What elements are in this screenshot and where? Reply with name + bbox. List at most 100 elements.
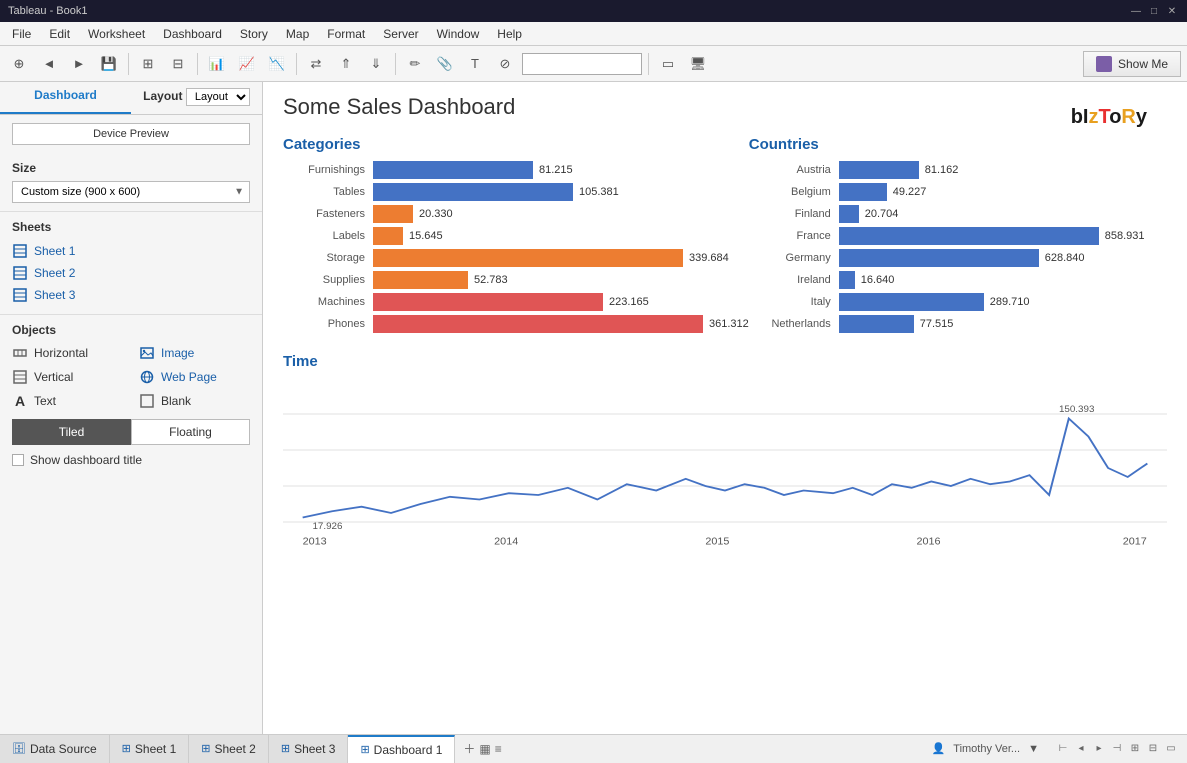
floating-button[interactable]: Floating <box>131 419 250 445</box>
tab-sheet3-label: Sheet 3 <box>294 742 335 756</box>
menu-dashboard[interactable]: Dashboard <box>155 25 230 43</box>
back-icon[interactable]: ◄ <box>36 51 62 77</box>
nav-last-button[interactable]: ⊣ <box>1109 741 1125 757</box>
left-panel: Dashboard Layout Layout Device Preview S… <box>0 82 263 734</box>
title-bar-text: Tableau - Book1 <box>8 5 1129 17</box>
show-me-button[interactable]: Show Me <box>1083 51 1181 77</box>
tab-dashboard[interactable]: Dashboard <box>0 82 131 114</box>
tab-sheet3[interactable]: ⊞ Sheet 3 <box>269 735 349 763</box>
text-label: Text <box>34 394 56 408</box>
bar-row: Italy 289.710 <box>749 293 1167 311</box>
forward-icon[interactable]: ► <box>66 51 92 77</box>
chart-area-icon[interactable]: 📉 <box>264 51 290 77</box>
menu-worksheet[interactable]: Worksheet <box>80 25 153 43</box>
categories-title: Categories <box>283 136 749 153</box>
add-dashboard-icon: ▦ <box>479 742 490 756</box>
nav-prev-button[interactable]: ◂ <box>1073 741 1089 757</box>
device-preview-section: Device Preview <box>0 115 262 153</box>
sheet3-label: Sheet 3 <box>34 288 75 302</box>
close-btn[interactable]: ✕ <box>1165 4 1179 18</box>
bar-row: Austria 81.162 <box>749 161 1167 179</box>
menu-story[interactable]: Story <box>232 25 276 43</box>
svg-text:2013: 2013 <box>303 537 327 548</box>
chart-line-icon[interactable]: 📈 <box>234 51 260 77</box>
sep2 <box>197 53 198 75</box>
svg-text:2017: 2017 <box>1123 537 1147 548</box>
menu-window[interactable]: Window <box>429 25 488 43</box>
present-view-icon[interactable]: ▭ <box>1163 741 1179 757</box>
nav-next-button[interactable]: ▸ <box>1091 741 1107 757</box>
bar-row: Labels 15.645 <box>283 227 749 245</box>
present-icon[interactable]: ▭ <box>655 51 681 77</box>
menu-format[interactable]: Format <box>319 25 373 43</box>
add-tab-button[interactable]: ＋ ▦ ≡ <box>455 735 509 763</box>
tab-data-source[interactable]: 🗄 Data Source <box>0 735 110 763</box>
grid-view-icon[interactable]: ⊞ <box>1127 741 1143 757</box>
sep1 <box>128 53 129 75</box>
tab-sheet2[interactable]: ⊞ Sheet 2 <box>189 735 269 763</box>
nav-first-button[interactable]: ⊢ <box>1055 741 1071 757</box>
sep3 <box>296 53 297 75</box>
dashboard-canvas: Some Sales Dashboard bIzToRy Categories … <box>263 82 1187 734</box>
sep4 <box>395 53 396 75</box>
chart-bar-icon[interactable]: 📊 <box>204 51 230 77</box>
search-input[interactable] <box>522 53 642 75</box>
sheet2-icon <box>12 265 28 281</box>
maximize-btn[interactable]: □ <box>1147 4 1161 18</box>
bar-row: Fasteners 20.330 <box>283 205 749 223</box>
new-datasource-icon[interactable]: ⊞ <box>135 51 161 77</box>
user-icon: 👤 <box>932 742 946 755</box>
user-label: Timothy Ver... <box>953 743 1020 755</box>
categories-chart: Categories Furnishings 81.215 Tables 105… <box>283 136 749 337</box>
menu-help[interactable]: Help <box>489 25 530 43</box>
sheet2-item[interactable]: Sheet 2 <box>12 262 250 284</box>
home-icon[interactable]: ⊕ <box>6 51 32 77</box>
image-obj[interactable]: Image <box>139 343 250 363</box>
sheet1-item[interactable]: Sheet 1 <box>12 240 250 262</box>
horizontal-icon <box>12 345 28 361</box>
annotate-icon[interactable]: 📎 <box>432 51 458 77</box>
tab-sheet1-label: Sheet 1 <box>135 742 176 756</box>
extract-icon[interactable]: ⊟ <box>165 51 191 77</box>
tab-sheet1[interactable]: ⊞ Sheet 1 <box>110 735 190 763</box>
time-title: Time <box>283 353 1167 370</box>
bar-row: Furnishings 81.215 <box>283 161 749 179</box>
blank-obj[interactable]: Blank <box>139 391 250 411</box>
horizontal-obj[interactable]: Horizontal <box>12 343 123 363</box>
web-page-obj[interactable]: Web Page <box>139 367 250 387</box>
show-title-checkbox[interactable] <box>12 454 24 466</box>
tab-dashboard1[interactable]: ⊞ Dashboard 1 <box>348 735 455 763</box>
tiled-floating-toggle: Tiled Floating <box>12 419 250 445</box>
tiled-button[interactable]: Tiled <box>12 419 131 445</box>
tab-bar: 🗄 Data Source ⊞ Sheet 1 ⊞ Sheet 2 ⊞ Shee… <box>0 735 924 763</box>
sort-asc-icon[interactable]: ⇑ <box>333 51 359 77</box>
dashboard1-tab-icon: ⊞ <box>360 743 369 756</box>
menu-map[interactable]: Map <box>278 25 317 43</box>
layout-select[interactable]: Layout <box>186 88 250 106</box>
mark-icon[interactable]: ✏ <box>402 51 428 77</box>
minimize-btn[interactable]: — <box>1129 4 1143 18</box>
swap-icon[interactable]: ⇄ <box>303 51 329 77</box>
objects-label: Objects <box>12 323 250 337</box>
menu-file[interactable]: File <box>4 25 39 43</box>
device-icon[interactable]: 🖥 <box>685 51 711 77</box>
horizontal-label: Horizontal <box>34 346 88 360</box>
text-obj[interactable]: A Text <box>12 391 123 411</box>
svg-text:2016: 2016 <box>917 537 941 548</box>
bar-row: Ireland 16.640 <box>749 271 1167 289</box>
save-icon[interactable]: 💾 <box>96 51 122 77</box>
vertical-obj[interactable]: Vertical <box>12 367 123 387</box>
tooltip-icon[interactable]: ⊘ <box>492 51 518 77</box>
menu-server[interactable]: Server <box>375 25 426 43</box>
sheet3-item[interactable]: Sheet 3 <box>12 284 250 306</box>
user-dropdown-icon[interactable]: ▼ <box>1028 743 1039 755</box>
sort-desc-icon[interactable]: ⇓ <box>363 51 389 77</box>
fit-view-icon[interactable]: ⊟ <box>1145 741 1161 757</box>
image-icon <box>139 345 155 361</box>
tab-layout[interactable]: Layout Layout <box>131 82 262 114</box>
label-icon[interactable]: T <box>462 51 488 77</box>
size-select[interactable]: Custom size (900 x 600) <box>12 181 250 203</box>
device-preview-button[interactable]: Device Preview <box>12 123 250 145</box>
title-bar: Tableau - Book1 — □ ✕ <box>0 0 1187 22</box>
menu-edit[interactable]: Edit <box>41 25 78 43</box>
